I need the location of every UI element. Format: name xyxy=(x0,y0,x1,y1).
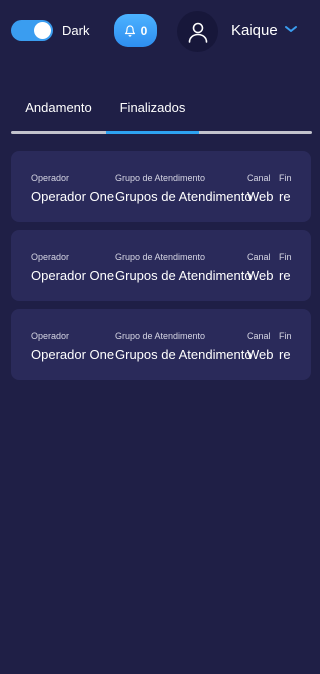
channel-column: Canal Web xyxy=(247,173,274,204)
channel-value: Web xyxy=(247,189,274,204)
group-label: Grupo de Atendimento xyxy=(115,331,206,341)
tab-andamento[interactable]: Andamento xyxy=(11,100,106,131)
list-item[interactable]: Operador Operador One Grupo de Atendimen… xyxy=(11,151,311,222)
group-value: Grupos de Atendimento xyxy=(115,268,252,283)
finished-value: re xyxy=(279,347,291,362)
group-label: Grupo de Atendimento xyxy=(115,252,206,262)
finished-label: Fin xyxy=(279,331,291,341)
user-name[interactable]: Kaique xyxy=(231,22,278,39)
notifications-button[interactable]: 0 xyxy=(114,14,157,47)
group-column: Grupo de Atendimento Grupos de Atendimen… xyxy=(115,331,252,362)
group-column: Grupo de Atendimento Grupos de Atendimen… xyxy=(115,173,252,204)
channel-column: Canal Web xyxy=(247,331,274,362)
operator-label: Operador xyxy=(31,173,70,183)
notifications-count: 0 xyxy=(140,23,148,38)
chevron-down-icon[interactable] xyxy=(284,24,298,34)
active-tab-indicator xyxy=(106,131,199,134)
avatar[interactable] xyxy=(177,11,218,52)
attendance-list: Operador Operador One Grupo de Atendimen… xyxy=(11,151,311,388)
bell-icon xyxy=(124,24,135,37)
group-value: Grupos de Atendimento xyxy=(115,347,252,362)
theme-label: Dark xyxy=(62,23,90,38)
list-item[interactable]: Operador Operador One Grupo de Atendimen… xyxy=(11,309,311,380)
operator-column: Operador Operador One xyxy=(31,252,114,283)
operator-label: Operador xyxy=(31,252,70,262)
operator-column: Operador Operador One xyxy=(31,331,114,362)
finished-column: Fin re xyxy=(279,331,291,362)
top-bar: Dark 0 Kaique xyxy=(0,0,320,62)
finished-value: re xyxy=(279,268,291,283)
channel-label: Canal xyxy=(247,331,271,341)
toggle-knob xyxy=(34,22,51,39)
channel-value: Web xyxy=(247,268,274,283)
finished-column: Fin re xyxy=(279,173,291,204)
list-item[interactable]: Operador Operador One Grupo de Atendimen… xyxy=(11,230,311,301)
operator-label: Operador xyxy=(31,331,70,341)
group-label: Grupo de Atendimento xyxy=(115,173,206,183)
operator-value: Operador One xyxy=(31,189,115,204)
operator-value: Operador One xyxy=(31,268,115,283)
channel-label: Canal xyxy=(247,173,271,183)
channel-label: Canal xyxy=(247,252,271,262)
status-tabs: Andamento Finalizados xyxy=(11,100,312,134)
channel-value: Web xyxy=(247,347,274,362)
finished-label: Fin xyxy=(279,173,291,183)
group-value: Grupos de Atendimento xyxy=(115,189,252,204)
finished-value: re xyxy=(279,189,291,204)
finished-label: Fin xyxy=(279,252,291,262)
user-icon xyxy=(188,22,207,43)
finished-column: Fin re xyxy=(279,252,291,283)
operator-column: Operador Operador One xyxy=(31,173,114,204)
tab-finalizados[interactable]: Finalizados xyxy=(106,100,199,131)
operator-value: Operador One xyxy=(31,347,115,362)
theme-toggle[interactable] xyxy=(11,20,53,41)
group-column: Grupo de Atendimento Grupos de Atendimen… xyxy=(115,252,252,283)
channel-column: Canal Web xyxy=(247,252,274,283)
